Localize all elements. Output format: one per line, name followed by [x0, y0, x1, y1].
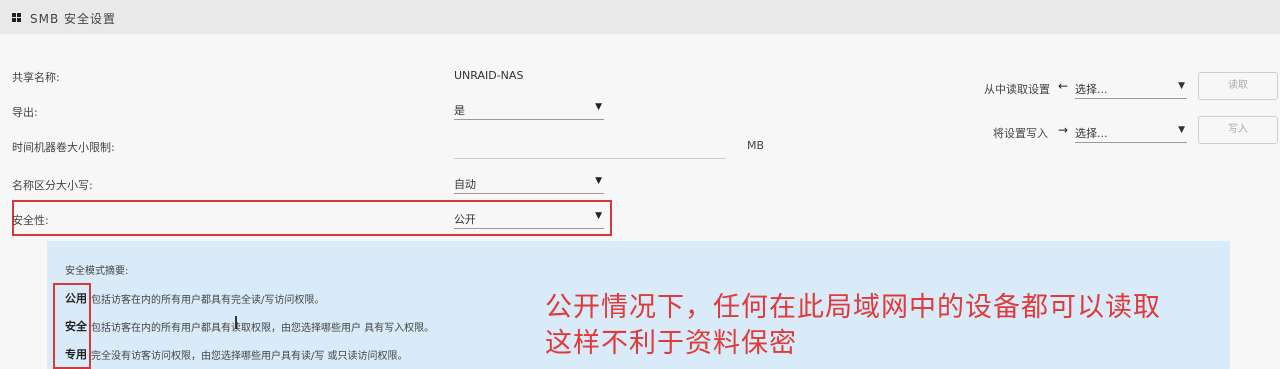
page-title: SMB 安全设置	[30, 12, 117, 26]
time-machine-size-input[interactable]	[454, 136, 726, 159]
mode-secure-desc: 包括访客在内的所有用户都具有读取权限，由您选择哪些用户 具有写入权限。	[91, 323, 435, 334]
write-to-select-value: 选择...	[1075, 127, 1108, 140]
security-select-value: 公开	[454, 213, 476, 226]
caret-down-icon: ▼	[1178, 81, 1185, 91]
unit-label: MB	[747, 139, 765, 152]
export-select[interactable]: 是 ▼	[454, 99, 604, 120]
read-button[interactable]: 读取	[1198, 72, 1278, 100]
write-settings-label: 将设置写入	[993, 127, 1048, 140]
security-select[interactable]: 公开 ▼	[454, 208, 604, 229]
share-name-value: UNRAID-NAS	[454, 69, 524, 82]
arrow-right-icon: →	[1058, 123, 1069, 137]
case-sensitive-select[interactable]: 自动 ▼	[454, 173, 604, 194]
caret-down-icon: ▼	[595, 102, 602, 112]
case-sensitive-select-value: 自动	[454, 178, 476, 191]
caret-down-icon: ▼	[1178, 125, 1185, 135]
read-settings-label: 从中读取设置	[984, 83, 1050, 96]
caret-down-icon: ▼	[595, 211, 602, 221]
caret-down-icon: ▼	[595, 176, 602, 186]
text-cursor-icon	[235, 316, 237, 329]
export-select-value: 是	[454, 104, 465, 117]
time-machine-label: 时间机器卷大小限制:	[12, 141, 115, 154]
security-label: 安全性:	[12, 214, 49, 227]
mode-private-desc: 完全没有访客访问权限，由您选择哪些用户具有读/写 或只读访问权限。	[91, 351, 408, 362]
annotation-line-2: 这样不利于资料保密	[545, 328, 797, 359]
write-to-select[interactable]: 选择... ▼	[1075, 122, 1187, 143]
summary-title: 安全模式摘要:	[65, 266, 129, 277]
read-from-select-value: 选择...	[1075, 83, 1108, 96]
mode-public-desc: 包括访客在内的所有用户都具有完全读/写访问权限。	[91, 295, 325, 306]
share-name-label: 共享名称:	[12, 71, 60, 84]
mode-labels-highlight-box	[53, 283, 91, 369]
case-sensitive-label: 名称区分大小写:	[12, 179, 93, 192]
annotation-line-1: 公开情况下，任何在此局域网中的设备都可以读取	[545, 292, 1161, 323]
arrow-left-icon: ←	[1058, 79, 1069, 93]
export-label: 导出:	[12, 106, 38, 119]
read-from-select[interactable]: 选择... ▼	[1075, 78, 1187, 99]
write-button[interactable]: 写入	[1198, 116, 1278, 144]
header-bar: SMB 安全设置	[0, 0, 1280, 34]
windows-icon	[12, 13, 22, 23]
